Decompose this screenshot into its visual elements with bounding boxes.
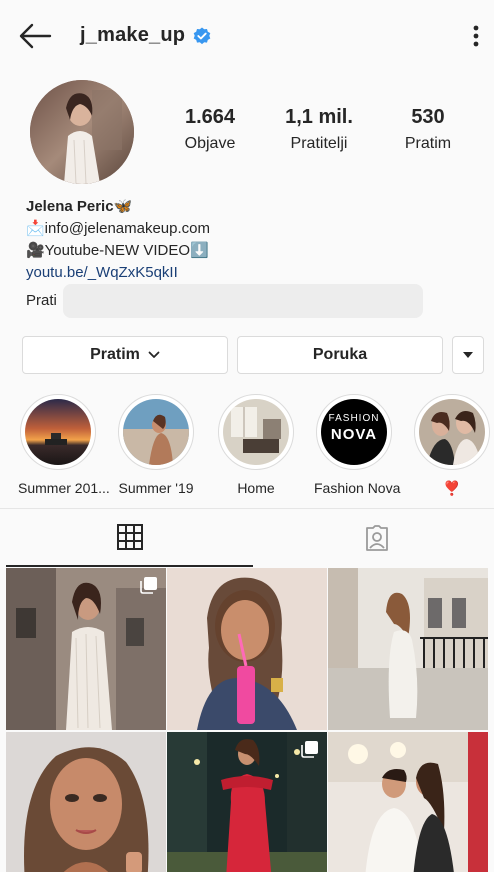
highlight-home[interactable]: Home [216,394,296,496]
arrow-left-icon [19,23,52,49]
post-thumbnail[interactable] [6,568,166,730]
suggestions-button[interactable] [452,336,484,374]
post-image [6,732,166,872]
stat-following-label: Pratim [404,135,452,152]
post-image [328,568,488,730]
stat-posts-value: 1.664 [184,106,236,128]
followed-by-blurred [62,284,423,318]
highlight-cover [223,399,289,465]
highlight-summer-2018[interactable]: Summer 201... [18,394,110,496]
chevron-down-icon [148,351,160,358]
post-image [167,568,327,730]
fashion-nova-logo: FASHION NOVA [328,413,380,443]
post-image [328,732,488,872]
highlight-ring [218,394,294,470]
profile-bio: Jelena Peric🦋 📩info@jelenamakeup.com 🎥Yo… [26,196,476,318]
stat-following[interactable]: 530 Pratim [378,106,478,153]
profile-tabs [0,508,494,567]
highlight-label: ❣️ [443,480,461,496]
username-wrap: j_make_up [80,24,211,47]
highlight-ring [20,394,96,470]
message-button[interactable]: Poruka [237,336,443,374]
vertical-dots-icon [473,25,479,47]
highlight-label: Home [237,480,275,496]
following-button-label: Pratim [90,346,140,363]
bio-link[interactable]: youtu.be/_WqZxK5qkII [26,262,476,284]
stat-posts-label: Objave [184,135,236,152]
highlight-cover: FASHION NOVA [321,399,387,465]
highlight-cover [123,399,189,465]
highlight-summer-19[interactable]: Summer '19 [116,394,196,496]
more-options-button[interactable] [466,22,486,50]
profile-username: j_make_up [80,24,186,46]
highlight-label: Summer '19 [118,480,194,496]
stat-followers-value: 1,1 mil. [285,106,353,128]
highlight-label: Fashion Nova [314,480,401,496]
stat-followers[interactable]: 1,1 mil. Pratitelji [269,106,369,153]
top-bar: j_make_up [0,0,494,70]
multi-photo-icon [140,577,157,594]
verified-badge-icon [193,27,211,44]
highlight-ring [118,394,194,470]
caret-down-icon [463,352,473,358]
profile-screen: j_make_up 1.664 Objave 1,1 mil. Pratitel… [0,0,494,872]
tagged-icon [365,525,388,551]
followed-by-label: Prati [26,292,57,309]
highlight-ring: FASHION NOVA [316,394,392,470]
bio-youtube-line: 🎥Youtube-NEW VIDEO⬇️ [26,242,209,259]
highlight-fashion-nova[interactable]: FASHION NOVA Fashion Nova [314,394,401,496]
message-button-label: Poruka [312,346,368,363]
grid-icon [116,524,143,550]
post-thumbnail[interactable] [6,732,166,872]
profile-avatar[interactable] [30,80,134,184]
back-button[interactable] [18,22,52,50]
bio-email-line: 📩info@jelenamakeup.com [26,220,210,237]
multi-photo-icon [301,741,318,758]
post-thumbnail[interactable] [167,732,327,872]
tab-tagged[interactable] [253,509,494,567]
highlight-ring [414,394,490,470]
tab-grid[interactable] [6,509,253,567]
following-button[interactable]: Pratim [22,336,228,374]
post-thumbnail[interactable] [167,568,327,730]
stat-followers-label: Pratitelji [290,135,348,152]
bio-name: Jelena Peric🦋 [26,198,133,215]
followed-by-row[interactable]: Prati [26,284,476,318]
stat-posts[interactable]: 1.664 Objave [160,106,260,153]
highlight-cover [25,399,91,465]
highlight-cover [419,399,485,465]
highlight-heart[interactable]: ❣️ [412,394,492,497]
avatar-photo [30,80,134,184]
stat-following-value: 530 [411,106,445,128]
highlight-label: Summer 201... [18,480,110,496]
post-thumbnail[interactable] [328,732,488,872]
post-thumbnail[interactable] [328,568,488,730]
